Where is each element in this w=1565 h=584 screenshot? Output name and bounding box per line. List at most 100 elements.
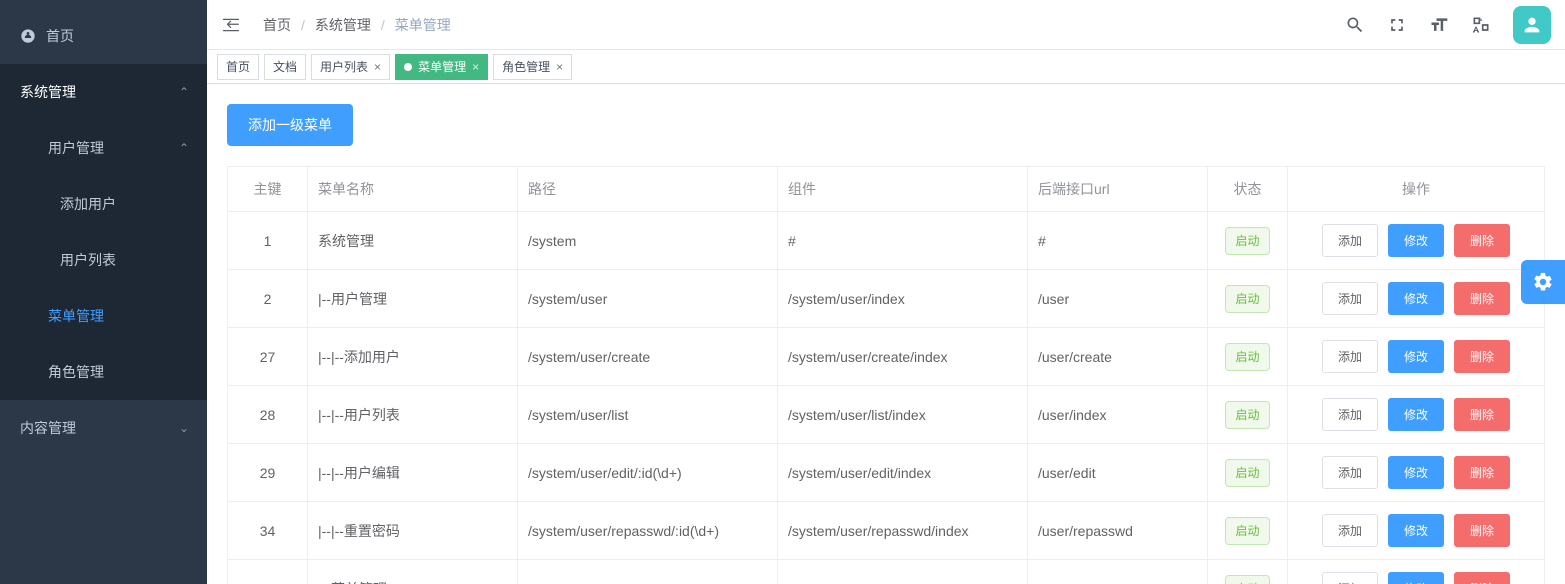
translate-icon[interactable] bbox=[1471, 15, 1491, 35]
status-tag: 启动 bbox=[1225, 517, 1269, 545]
delete-button[interactable]: 删除 bbox=[1454, 224, 1510, 257]
cell-url: /menu bbox=[1028, 560, 1208, 584]
cell-path: /system/user/edit/:id(\d+) bbox=[518, 444, 778, 502]
delete-button[interactable]: 删除 bbox=[1454, 398, 1510, 431]
cell-url: /user/repasswd bbox=[1028, 502, 1208, 560]
tab-home[interactable]: 首页 bbox=[217, 54, 259, 80]
toggle-sidebar-button[interactable] bbox=[217, 11, 245, 39]
tab-label: 角色管理 bbox=[502, 58, 550, 75]
sidebar-item-content-management[interactable]: 内容管理 ⌄ bbox=[0, 400, 207, 456]
cell-ops: 添加修改删除 bbox=[1288, 444, 1545, 502]
table-row: 2|--用户管理/system/user/system/user/index/u… bbox=[228, 270, 1545, 328]
add-button[interactable]: 添加 bbox=[1322, 282, 1378, 315]
cell-status: 启动 bbox=[1208, 560, 1288, 584]
cell-path: /system/user bbox=[518, 270, 778, 328]
status-tag: 启动 bbox=[1225, 459, 1269, 487]
tab-role-management[interactable]: 角色管理 × bbox=[493, 54, 572, 80]
edit-button[interactable]: 修改 bbox=[1388, 398, 1444, 431]
delete-button[interactable]: 删除 bbox=[1454, 572, 1510, 584]
close-icon[interactable]: × bbox=[556, 60, 563, 74]
header: 首页 / 系统管理 / 菜单管理 bbox=[207, 0, 1565, 50]
cell-ops: 添加修改删除 bbox=[1288, 270, 1545, 328]
th-ops: 操作 bbox=[1288, 167, 1545, 212]
cell-url: /user/create bbox=[1028, 328, 1208, 386]
breadcrumb-system[interactable]: 系统管理 bbox=[315, 15, 371, 35]
cell-id: 3 bbox=[228, 560, 308, 584]
active-dot-icon bbox=[404, 63, 412, 71]
search-icon[interactable] bbox=[1345, 15, 1365, 35]
sidebar-item-home[interactable]: 首页 bbox=[0, 8, 207, 64]
status-tag: 启动 bbox=[1225, 343, 1269, 371]
delete-button[interactable]: 删除 bbox=[1454, 282, 1510, 315]
cell-status: 启动 bbox=[1208, 386, 1288, 444]
th-name: 菜单名称 bbox=[308, 167, 518, 212]
cell-ops: 添加修改删除 bbox=[1288, 328, 1545, 386]
tab-user-list[interactable]: 用户列表× bbox=[311, 54, 390, 80]
table-row: 34|--|--重置密码/system/user/repasswd/:id(\d… bbox=[228, 502, 1545, 560]
add-button[interactable]: 添加 bbox=[1322, 340, 1378, 373]
table-row: 27|--|--添加用户/system/user/create/system/u… bbox=[228, 328, 1545, 386]
menu-table: 主键 菜单名称 路径 组件 后端接口url 状态 操作 1系统管理/system… bbox=[227, 166, 1545, 584]
cell-name: 系统管理 bbox=[308, 212, 518, 270]
close-icon[interactable]: × bbox=[472, 60, 479, 74]
status-tag: 启动 bbox=[1225, 285, 1269, 313]
sidebar-item-label: 角色管理 bbox=[48, 362, 104, 382]
font-size-icon[interactable] bbox=[1429, 15, 1449, 35]
chevron-down-icon: ⌄ bbox=[179, 421, 189, 435]
sidebar: 首页 系统管理 ⌃ 用户管理 ⌃ 添加用户 用户列表 菜单管理 角色管理 内容管… bbox=[0, 0, 207, 584]
sidebar-item-user-management[interactable]: 用户管理 ⌃ bbox=[0, 120, 207, 176]
sidebar-item-add-user[interactable]: 添加用户 bbox=[0, 176, 207, 232]
table-row: 28|--|--用户列表/system/user/list/system/use… bbox=[228, 386, 1545, 444]
edit-button[interactable]: 修改 bbox=[1388, 224, 1444, 257]
add-top-menu-button[interactable]: 添加一级菜单 bbox=[227, 104, 353, 146]
cell-id: 28 bbox=[228, 386, 308, 444]
cell-component: # bbox=[778, 212, 1028, 270]
cell-path: /system/user/create bbox=[518, 328, 778, 386]
edit-button[interactable]: 修改 bbox=[1388, 572, 1444, 584]
cell-status: 启动 bbox=[1208, 328, 1288, 386]
status-tag: 启动 bbox=[1225, 575, 1269, 584]
breadcrumb-separator: / bbox=[381, 17, 385, 33]
add-button[interactable]: 添加 bbox=[1322, 572, 1378, 584]
add-button[interactable]: 添加 bbox=[1322, 514, 1378, 547]
tab-menu-management[interactable]: 菜单管理× bbox=[395, 54, 488, 80]
add-button[interactable]: 添加 bbox=[1322, 456, 1378, 489]
fullscreen-icon[interactable] bbox=[1387, 15, 1407, 35]
edit-button[interactable]: 修改 bbox=[1388, 456, 1444, 489]
cell-name: |--|--用户编辑 bbox=[308, 444, 518, 502]
cell-id: 2 bbox=[228, 270, 308, 328]
cell-ops: 添加修改删除 bbox=[1288, 212, 1545, 270]
cell-component: /system/menu/index bbox=[778, 560, 1028, 584]
cell-status: 启动 bbox=[1208, 212, 1288, 270]
cell-url: # bbox=[1028, 212, 1208, 270]
sidebar-item-label: 系统管理 bbox=[20, 82, 76, 102]
settings-gear-button[interactable] bbox=[1521, 260, 1565, 304]
th-url: 后端接口url bbox=[1028, 167, 1208, 212]
cell-name: |--|--重置密码 bbox=[308, 502, 518, 560]
sidebar-item-menu-management[interactable]: 菜单管理 bbox=[0, 288, 207, 344]
cell-url: /user/edit bbox=[1028, 444, 1208, 502]
cell-component: /system/user/repasswd/index bbox=[778, 502, 1028, 560]
main: 首页 / 系统管理 / 菜单管理 首页 文档 用户列表× 菜单管理× 角色管理 × bbox=[207, 0, 1565, 584]
add-button[interactable]: 添加 bbox=[1322, 398, 1378, 431]
edit-button[interactable]: 修改 bbox=[1388, 514, 1444, 547]
status-tag: 启动 bbox=[1225, 227, 1269, 255]
add-button[interactable]: 添加 bbox=[1322, 224, 1378, 257]
sidebar-item-user-list[interactable]: 用户列表 bbox=[0, 232, 207, 288]
delete-button[interactable]: 删除 bbox=[1454, 514, 1510, 547]
sidebar-item-role-management[interactable]: 角色管理 bbox=[0, 344, 207, 400]
close-icon[interactable]: × bbox=[374, 60, 381, 74]
cell-url: /user bbox=[1028, 270, 1208, 328]
cell-status: 启动 bbox=[1208, 444, 1288, 502]
breadcrumb-home[interactable]: 首页 bbox=[263, 15, 291, 35]
cell-name: |--|--用户列表 bbox=[308, 386, 518, 444]
delete-button[interactable]: 删除 bbox=[1454, 456, 1510, 489]
cell-path: /system bbox=[518, 212, 778, 270]
delete-button[interactable]: 删除 bbox=[1454, 340, 1510, 373]
sidebar-item-system-management[interactable]: 系统管理 ⌃ bbox=[0, 64, 207, 120]
tab-docs[interactable]: 文档 bbox=[264, 54, 306, 80]
edit-button[interactable]: 修改 bbox=[1388, 340, 1444, 373]
edit-button[interactable]: 修改 bbox=[1388, 282, 1444, 315]
cell-ops: 添加修改删除 bbox=[1288, 502, 1545, 560]
user-avatar[interactable] bbox=[1513, 6, 1551, 44]
